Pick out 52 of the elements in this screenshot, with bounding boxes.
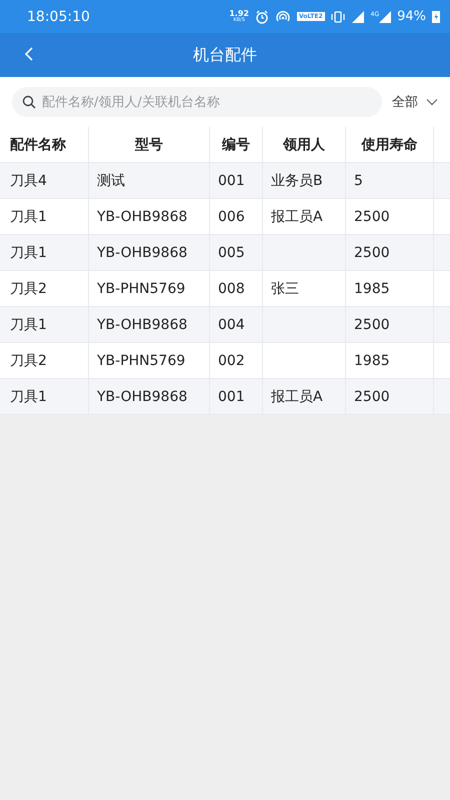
column-header: 使用寿命 (362, 136, 418, 154)
signal-icon (350, 10, 365, 22)
table-cell: 2500 (354, 316, 390, 332)
table-cell: 2500 (354, 244, 390, 260)
table-cell: 测试 (97, 172, 125, 190)
table-cell: YB-OHB9868 (97, 316, 188, 332)
table-cell: YB-OHB9868 (97, 208, 188, 224)
table-cell: 1985 (354, 280, 390, 296)
table-cell: 2500 (354, 388, 390, 404)
page-title: 机台配件 (193, 44, 257, 66)
battery-charging-icon (432, 10, 440, 23)
column-header: 配件名称 (10, 136, 66, 154)
table-cell: 006 (218, 208, 245, 224)
hotspot-icon (274, 10, 291, 22)
table-cell: YB-PHN5769 (97, 352, 186, 368)
table-cell: 刀具1 (10, 316, 47, 334)
table-cell: 1985 (354, 352, 390, 368)
table-cell: 刀具4 (10, 172, 47, 190)
table-cell: 004 (218, 316, 245, 332)
clock: 18:05:10 (27, 8, 90, 24)
vibrate-icon (330, 10, 345, 22)
chevron-left-icon (24, 47, 34, 61)
search-field[interactable]: 配件名称/领用人/关联机台名称 (12, 87, 382, 117)
table-cell: 001 (218, 172, 245, 188)
table-cell: 刀具1 (10, 388, 47, 406)
table-cell: 报工员A (271, 208, 323, 226)
filter-dropdown[interactable]: 全部 (392, 93, 438, 111)
table-cell: 刀具1 (10, 208, 47, 226)
table-cell: YB-OHB9868 (97, 388, 188, 404)
table-cell: 008 (218, 280, 245, 296)
chevron-down-icon (426, 98, 438, 106)
table-cell: 2500 (354, 208, 390, 224)
table-cell: 刀具2 (10, 352, 47, 370)
table-cell: 5 (354, 172, 363, 188)
table-cell: 报工员A (271, 388, 323, 406)
table-cell: 002 (218, 352, 245, 368)
table-cell: YB-PHN5769 (97, 280, 186, 296)
table-cell: 刀具1 (10, 244, 47, 262)
table-cell: YB-OHB9868 (97, 244, 188, 260)
column-header: 领用人 (283, 136, 325, 154)
table-cell: 005 (218, 244, 245, 260)
table-cell: 001 (218, 388, 245, 404)
column-header: 型号 (135, 136, 163, 154)
search-icon (22, 95, 36, 109)
battery-level: 94% (397, 9, 426, 24)
alarm-icon (254, 10, 269, 24)
signal-icon (379, 10, 392, 22)
table-cell: 张三 (271, 280, 299, 298)
table-cell: 业务员B (271, 172, 323, 190)
network-speed: 1.92 (229, 10, 249, 18)
column-header: 编号 (222, 136, 250, 154)
table-cell: 刀具2 (10, 280, 47, 298)
